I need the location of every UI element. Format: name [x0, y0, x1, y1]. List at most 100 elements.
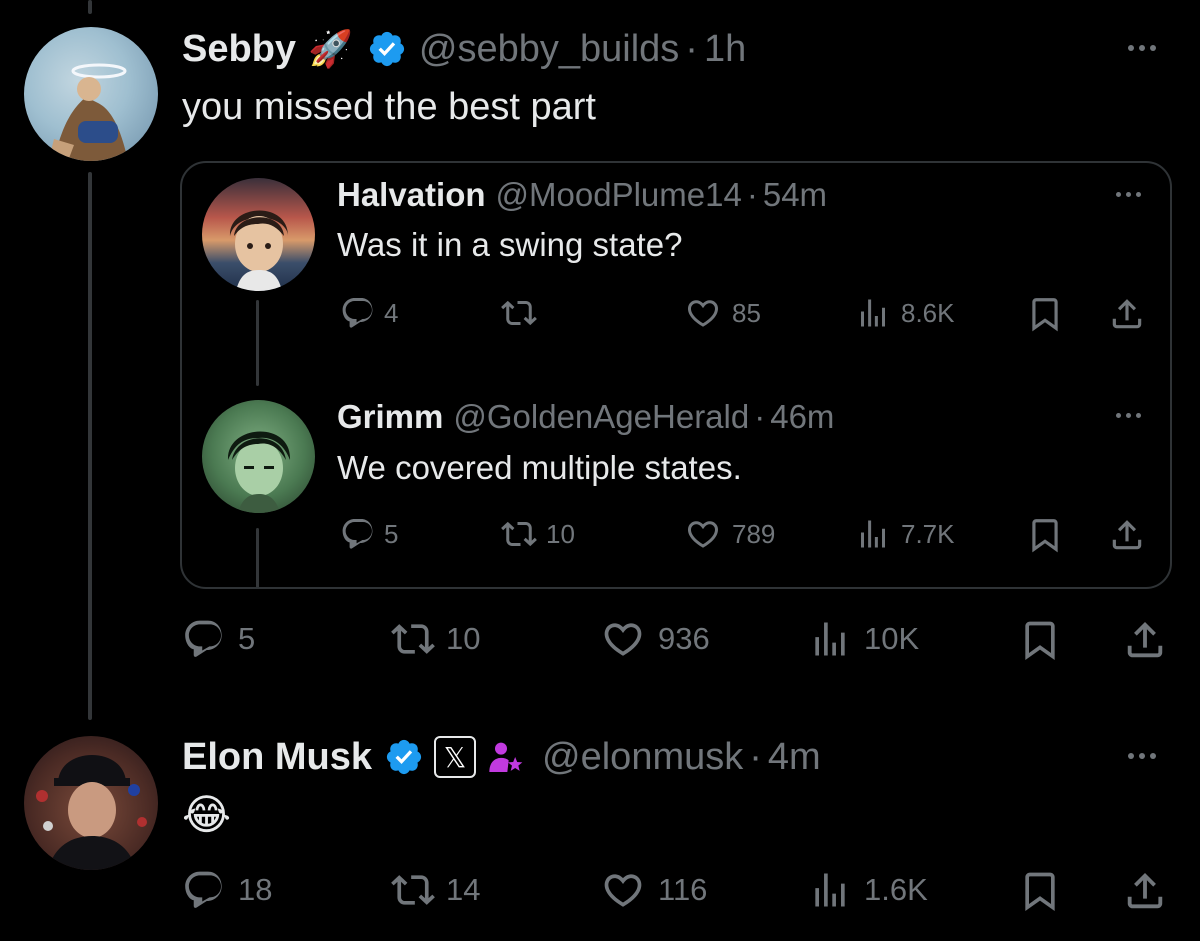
reply1-more-icon[interactable] [1116, 192, 1141, 197]
thread-line-top [88, 0, 92, 14]
reply1-views-button[interactable]: 8.6K [855, 295, 955, 331]
reply1-share-button[interactable] [1108, 295, 1146, 333]
reply1-views-count: 8.6K [901, 297, 955, 328]
reply1-reply-count: 4 [384, 297, 399, 328]
avatar-grimm[interactable] [202, 400, 315, 513]
avatar-elon[interactable] [24, 736, 158, 870]
bookmark-icon [1018, 617, 1062, 663]
views-icon [808, 868, 852, 912]
share-icon [1108, 516, 1146, 554]
like-icon [684, 516, 722, 552]
reply1-like-button[interactable]: 85 [684, 295, 761, 331]
tweet2-more-icon[interactable] [1128, 753, 1156, 759]
reply1-handle[interactable]: @MoodPlume14 [496, 176, 742, 214]
tweet2-repost-count: 14 [446, 872, 481, 907]
tweet1-repost-count: 10 [446, 621, 481, 656]
tweet2-views-button[interactable]: 1.6K [808, 868, 928, 912]
tweet1-like-count: 936 [658, 621, 710, 656]
reply2-reply-count: 5 [384, 518, 399, 549]
verified-badge-icon[interactable] [384, 737, 424, 777]
like-icon [600, 868, 646, 912]
bookmark-icon [1026, 295, 1064, 333]
tweet2-like-count: 116 [658, 872, 708, 907]
tweet1-bookmark-button[interactable] [1018, 617, 1062, 663]
views-icon [808, 617, 852, 661]
tweet1-views-button[interactable]: 10K [808, 617, 919, 661]
tweet2-handle[interactable]: @elonmusk [542, 736, 743, 779]
tweet1-timestamp[interactable]: 1h [704, 28, 746, 71]
reply2-bookmark-button[interactable] [1026, 516, 1064, 554]
tweet2-views-count: 1.6K [864, 872, 928, 907]
reply2-repost-count: 10 [546, 518, 575, 549]
tweet1-handle[interactable]: @sebby_builds [419, 28, 679, 71]
tweet1-text: you missed the best part [182, 86, 596, 128]
tweet2-text-emoji: 😂 [182, 791, 232, 838]
reply2-text: We covered multiple states. [337, 449, 742, 486]
tweet2-header: Elon Musk 𝕏 @elonmusk · 4m [182, 734, 821, 780]
reply2-separator: · [754, 398, 766, 435]
reply1-display-name[interactable]: Halvation [337, 176, 486, 214]
reply1-header: Halvation @MoodPlume14 · 54m [337, 176, 827, 214]
reply1-like-count: 85 [732, 297, 761, 328]
repost-icon [390, 617, 436, 661]
reply2-like-button[interactable]: 789 [684, 516, 775, 552]
reply1-bookmark-button[interactable] [1026, 295, 1064, 333]
reply2-reply-button[interactable]: 5 [340, 516, 398, 552]
reply-icon [340, 295, 376, 331]
bookmark-icon [1018, 868, 1062, 914]
tweet1-separator: · [685, 27, 698, 70]
reply2-handle[interactable]: @GoldenAgeHerald [453, 398, 749, 436]
tweet1-reply-button[interactable]: 5 [182, 617, 255, 661]
views-icon [855, 295, 891, 331]
tweet2-separator: · [749, 735, 762, 778]
avatar-halvation[interactable] [202, 178, 315, 291]
tweet2-reply-button[interactable]: 18 [182, 868, 272, 912]
reply1-separator: · [746, 176, 758, 213]
tweet1-share-button[interactable] [1122, 617, 1168, 663]
reply1-text: Was it in a swing state? [337, 226, 683, 263]
reply2-display-name[interactable]: Grimm [337, 398, 443, 436]
reply2-like-count: 789 [732, 518, 776, 549]
avatar-halvation-art [229, 210, 288, 291]
tweet2-timestamp[interactable]: 4m [768, 736, 821, 779]
avatar-sebby-art [50, 63, 128, 161]
reply2-share-button[interactable] [1108, 516, 1146, 554]
tweet1-views-count: 10K [864, 621, 920, 656]
tweet1-display-name[interactable]: Sebby [182, 28, 296, 71]
like-icon [600, 617, 646, 661]
reply1-repost-button[interactable] [500, 295, 546, 331]
tweet2-reply-count: 18 [238, 872, 273, 907]
government-affiliate-icon[interactable] [486, 737, 526, 777]
verified-badge-icon[interactable] [367, 29, 407, 69]
reply2-views-count: 7.7K [901, 518, 955, 549]
reply2-header: Grimm @GoldenAgeHerald · 46m [337, 398, 834, 436]
share-icon [1122, 868, 1168, 914]
x-affiliation-badge-icon[interactable]: 𝕏 [434, 736, 477, 778]
tweet2-repost-button[interactable]: 14 [390, 868, 480, 912]
tweet2-display-name[interactable]: Elon Musk [182, 736, 372, 779]
tweet2-like-button[interactable]: 116 [600, 868, 707, 912]
reply-icon [340, 516, 376, 552]
share-icon [1122, 617, 1168, 663]
share-icon [1108, 295, 1146, 333]
tweet1-like-button[interactable]: 936 [600, 617, 710, 661]
reply2-views-button[interactable]: 7.7K [855, 516, 955, 552]
repost-icon [390, 868, 436, 912]
tweet2-bookmark-button[interactable] [1018, 868, 1062, 914]
reply-icon [182, 617, 226, 661]
reply2-timestamp[interactable]: 46m [770, 398, 834, 436]
repost-icon [500, 295, 538, 331]
avatar-sebby[interactable] [24, 27, 158, 161]
repost-icon [500, 516, 538, 552]
tweet1-repost-button[interactable]: 10 [390, 617, 480, 661]
reply1-reply-button[interactable]: 4 [340, 295, 398, 331]
tweet1-more-icon[interactable] [1128, 45, 1156, 51]
tweet1-header: Sebby 🚀 @sebby_builds · 1h [182, 26, 746, 72]
reply-icon [182, 868, 226, 912]
reply1-timestamp[interactable]: 54m [763, 176, 827, 214]
reply2-more-icon[interactable] [1116, 413, 1141, 418]
tweet1-reply-count: 5 [238, 621, 256, 656]
tweet1-rocket-emoji: 🚀 [308, 28, 353, 69]
reply2-repost-button[interactable]: 10 [500, 516, 575, 552]
tweet2-share-button[interactable] [1122, 868, 1168, 914]
